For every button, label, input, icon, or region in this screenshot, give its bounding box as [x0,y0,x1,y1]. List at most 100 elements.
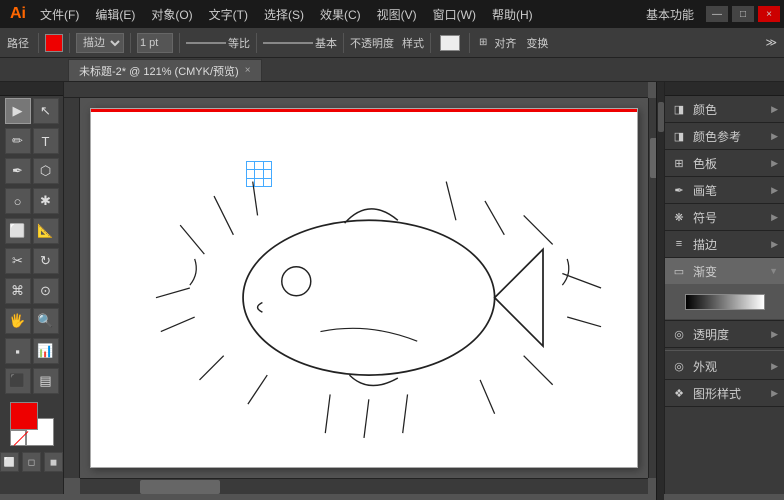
panel-brush-header[interactable]: ✒ 画笔 ▶ [665,177,784,203]
swatches-panel-label: 色板 [693,155,717,172]
color-section [10,402,54,446]
zoom-view-tool[interactable]: ⊙ [33,278,59,304]
stroke-color-box[interactable] [45,34,63,52]
appearance-panel-label: 外观 [693,358,717,375]
tool-row-2: ✏ T [0,126,63,156]
menu-help[interactable]: 帮助(H) [484,0,541,28]
top-ruler [64,82,648,98]
panel-swatches-header[interactable]: ⊞ 色板 ▶ [665,150,784,176]
sep7 [430,33,431,53]
fill-tool[interactable]: ⬛ [5,368,31,394]
tools-header [0,82,63,96]
menu-text[interactable]: 文字(T) [201,0,256,28]
close-button[interactable]: × [758,6,780,22]
tool-row-4: ○ ✱ [0,186,63,216]
bar-chart-tool[interactable]: 📊 [33,338,59,364]
stroke-line-preview: 等比 [186,35,250,51]
brush-panel-icon: ✒ [671,182,687,198]
stroke-style-select[interactable]: 描边 [76,33,124,53]
scissors-tool[interactable]: ✂ [5,248,31,274]
tab-close-btn[interactable]: × [245,65,251,76]
panel-transparency-header[interactable]: ◎ 透明度 ▶ [665,321,784,347]
no-fill-indicator[interactable] [10,430,26,446]
mesh-tool[interactable]: ▤ [33,368,59,394]
fish-illustration [91,109,637,467]
select-tool[interactable]: ▶ [5,98,31,124]
chart-tool[interactable]: ▪ [5,338,31,364]
title-bar-left: Ai 文件(F) 编辑(E) 对象(O) 文字(T) 选择(S) 效果(C) 视… [0,0,541,28]
minimize-button[interactable]: — [706,6,728,22]
tool-row-3: ✒ ⬡ [0,156,63,186]
menu-effect[interactable]: 效果(C) [312,0,369,28]
panel-colorref-header[interactable]: ◨ 颜色参考 ▶ [665,123,784,149]
zoom-tool[interactable]: 🔍 [33,308,59,334]
outline-view-btn[interactable]: ◻ [22,452,41,472]
sep1 [38,33,39,53]
stroke-base-preview: 基本 [263,35,337,51]
text-tool[interactable]: T [33,128,59,154]
measure-tool[interactable]: 📐 [33,218,59,244]
gradient-panel-arrow: ▼ [769,266,778,276]
right-panel-scroll-thumb[interactable] [658,102,664,132]
panel-section-transparency: ◎ 透明度 ▶ [665,321,784,348]
sep3 [130,33,131,53]
panel-graphic-styles-header[interactable]: ❖ 图形样式 ▶ [665,380,784,406]
color-panel-label: 颜色 [693,101,717,118]
preview-view-btn[interactable]: ◼ [44,452,63,472]
menu-edit[interactable]: 编辑(E) [87,0,143,28]
hand-tool[interactable]: 🖐 [5,308,31,334]
rect-tool[interactable]: ⬜ [5,218,31,244]
direct-select-tool[interactable]: ↖ [33,98,59,124]
style-box [437,31,463,55]
menu-window[interactable]: 窗口(W) [425,0,484,28]
gradient-preview[interactable] [685,294,765,310]
panel-stroke-header[interactable]: ≡ 描边 ▶ [665,231,784,257]
warp-tool[interactable]: ⌘ [5,278,31,304]
panel-section-symbol: ❋ 符号 ▶ [665,204,784,231]
sep8 [469,33,470,53]
tool-row-7: ⌘ ⊙ [0,276,63,306]
rotate-tool[interactable]: ↻ [33,248,59,274]
foreground-color-box[interactable] [10,402,38,430]
more-btn[interactable]: ≫ [762,31,780,55]
align-btn[interactable]: ⊞ [476,31,490,55]
menu-view[interactable]: 视图(V) [369,0,425,28]
maximize-button[interactable]: □ [732,6,754,22]
menu-object[interactable]: 对象(O) [143,0,200,28]
pencil-tool[interactable]: ✒ [5,158,31,184]
star-tool[interactable]: ✱ [33,188,59,214]
tool-row-9: ▪ 📊 [0,336,63,366]
menu-select[interactable]: 选择(S) [256,0,312,28]
panel-color-header[interactable]: ◨ 颜色 ▶ [665,96,784,122]
panel-symbol-header[interactable]: ❋ 符号 ▶ [665,204,784,230]
right-panel: ◨ 颜色 ▶ ◨ 颜色参考 ▶ ⊞ 色板 ▶ ✒ 画笔 [664,82,784,494]
canvas-paper[interactable] [90,108,638,468]
opacity-label: 不透明度 [350,35,394,51]
panel-gradient-header[interactable]: ▭ 渐变 ▼ [665,258,784,284]
ai-logo: Ai [4,0,32,28]
panel-section-graphic-styles: ❖ 图形样式 ▶ [665,380,784,407]
style-label: 样式 [402,35,424,51]
pen-tool[interactable]: ✏ [5,128,31,154]
polygon-tool[interactable]: ⬡ [33,158,59,184]
canvas-area [64,82,664,494]
stroke-width-input[interactable] [137,33,173,53]
document-tab[interactable]: 未标题-2* @ 121% (CMYK/预览) × [68,59,262,81]
sep6 [343,33,344,53]
sep2 [69,33,70,53]
menu-file[interactable]: 文件(F) [32,0,87,28]
panel-appearance-header[interactable]: ◎ 外观 ▶ [665,353,784,379]
base-label: 基本 [315,35,337,51]
horizontal-scrollbar[interactable] [80,478,648,494]
panel-section-swatches: ⊞ 色板 ▶ [665,150,784,177]
symbol-panel-arrow: ▶ [771,212,778,223]
scroll-thumb-h[interactable] [140,480,220,494]
panel-section-stroke: ≡ 描边 ▶ [665,231,784,258]
tool-row-8: 🖐 🔍 [0,306,63,336]
normal-view-btn[interactable]: ⬜ [0,452,19,472]
right-panel-scrollbar[interactable] [656,82,664,500]
left-toolbox: ▶ ↖ ✏ T ✒ ⬡ ○ ✱ ⬜ 📐 ✂ ↻ ⌘ ⊙ 🖐 🔍 [0,82,64,494]
tool-row-1: ▶ ↖ [0,96,63,126]
ellipse-tool[interactable]: ○ [5,188,31,214]
colorref-panel-label: 颜色参考 [693,128,741,145]
